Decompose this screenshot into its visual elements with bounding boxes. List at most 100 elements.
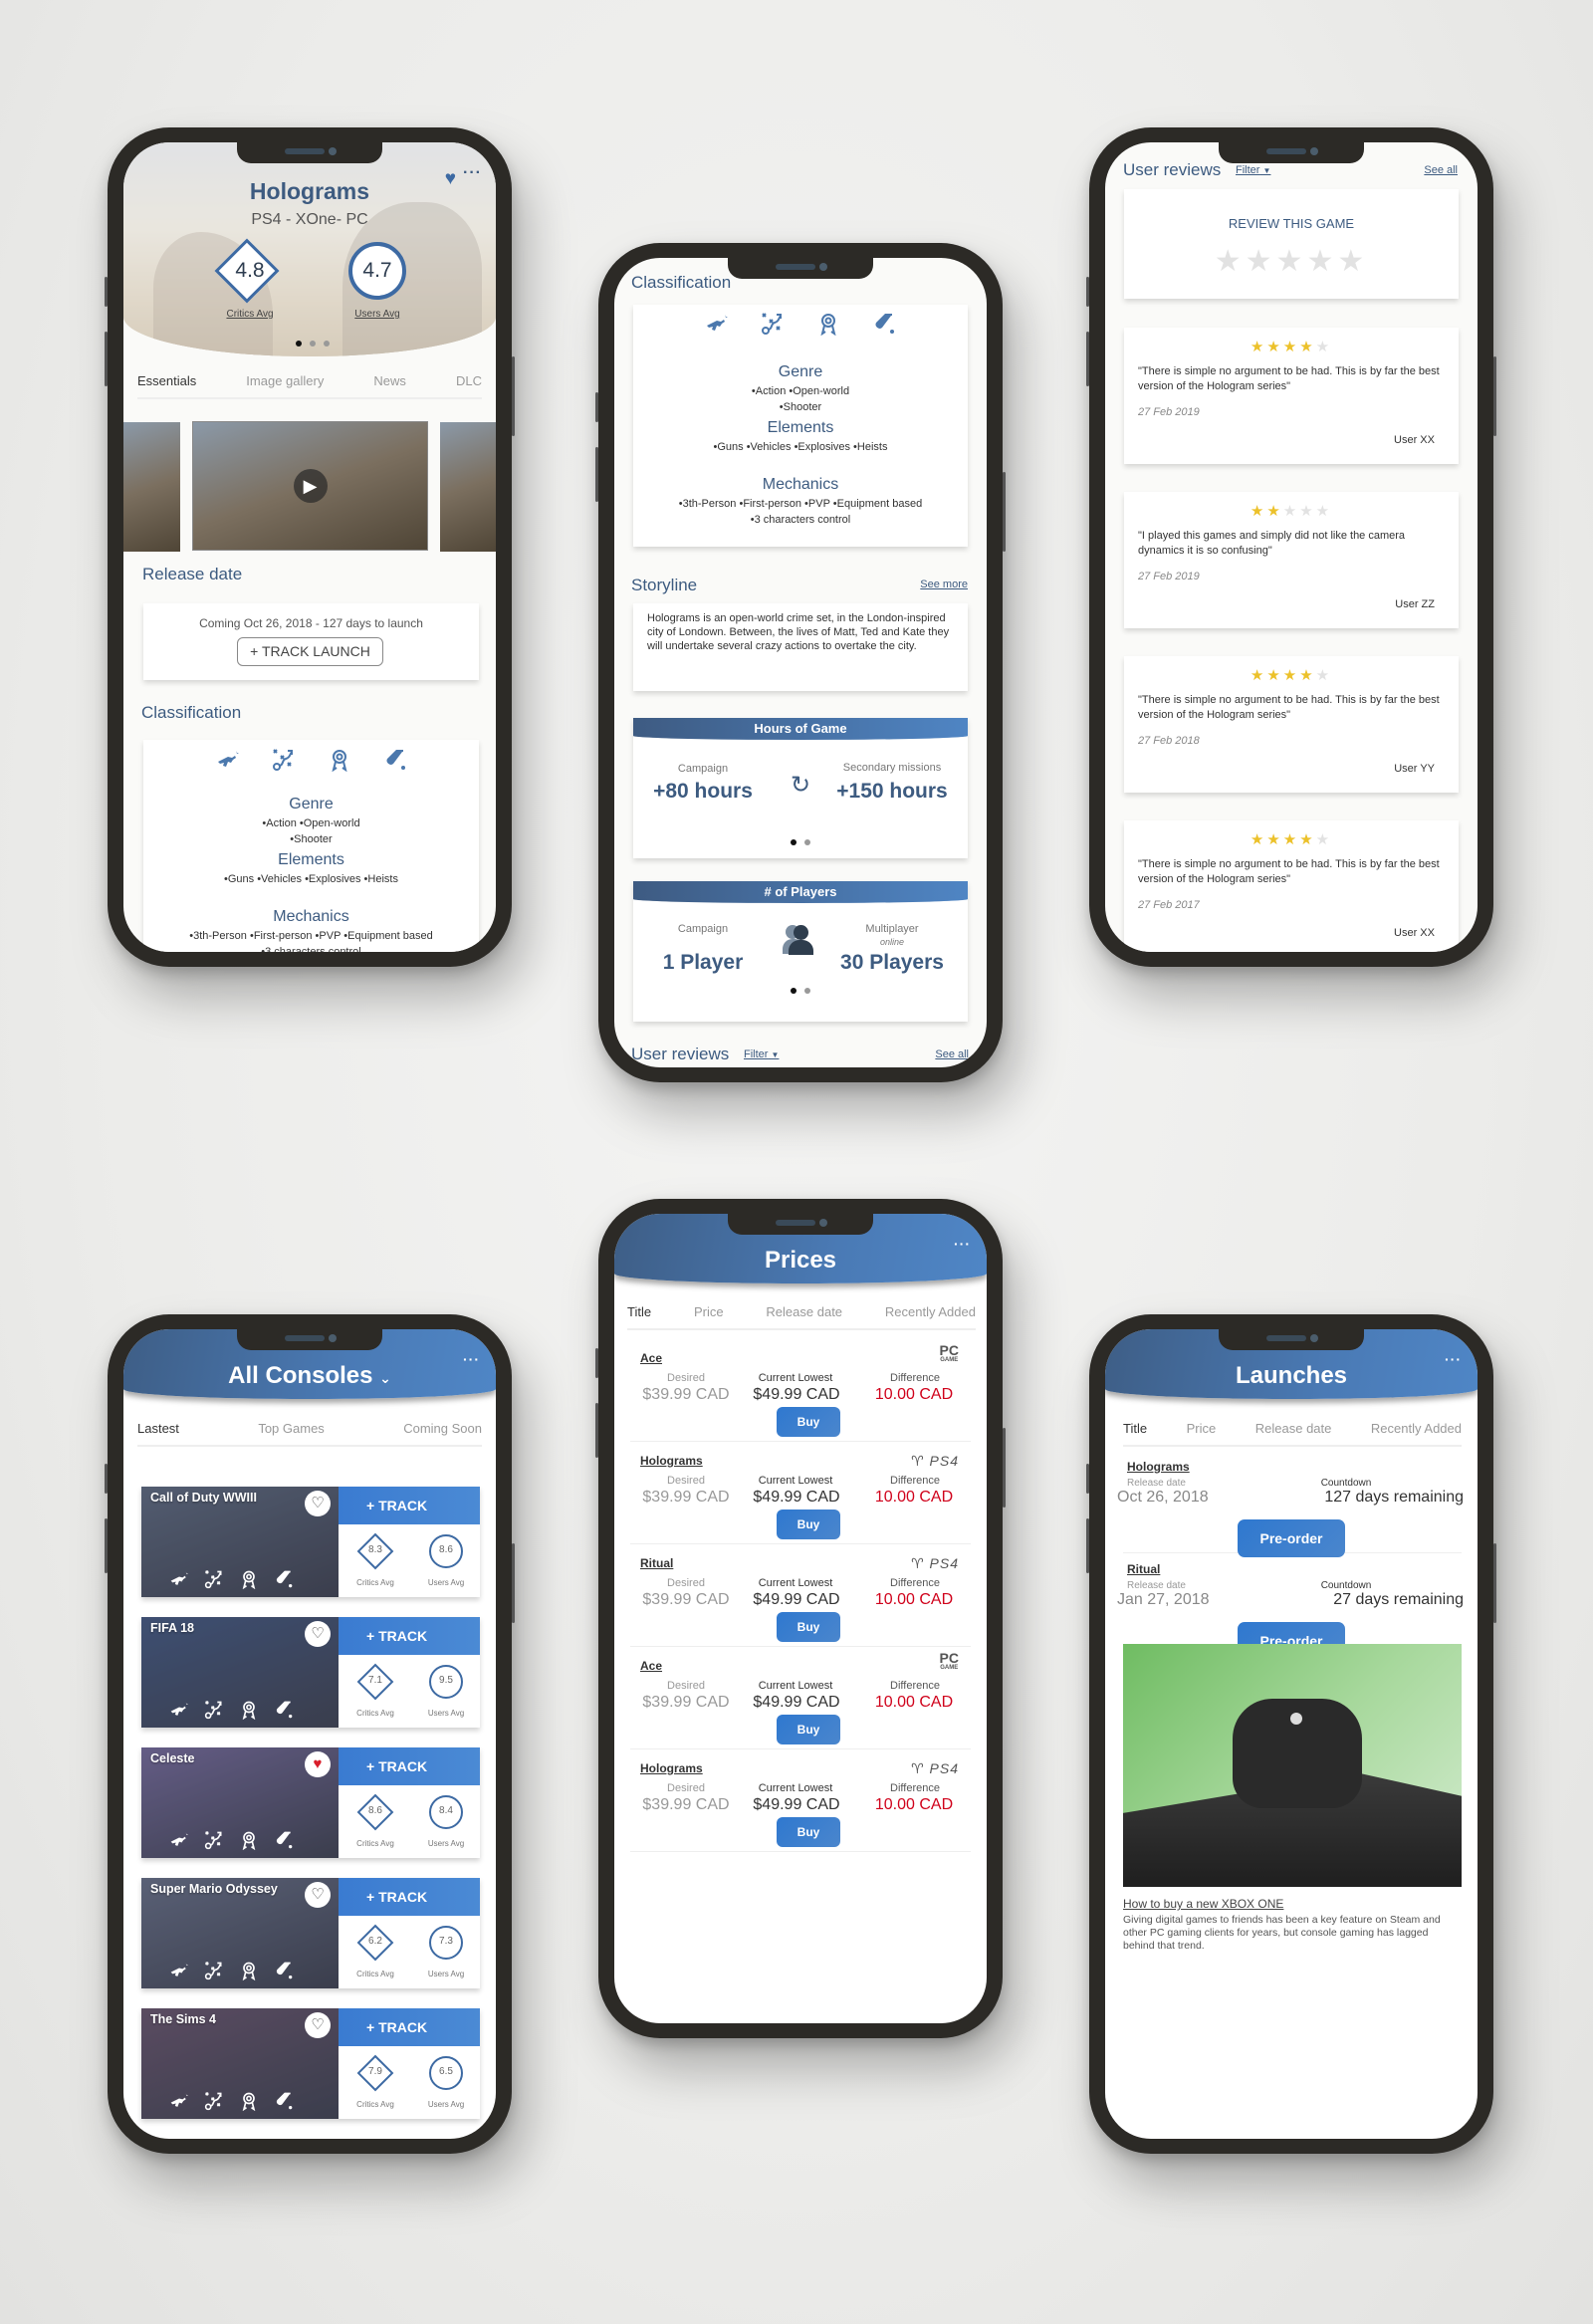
tab-essentials[interactable]: Essentials xyxy=(137,373,196,397)
item-title-link[interactable]: Ritual xyxy=(640,1556,673,1570)
more-icon[interactable]: ··· xyxy=(463,1351,480,1367)
game-card[interactable]: FIFA 18 ♡ + TRACK 7.1 9.5 Critics Avg Users Av… xyxy=(141,1617,480,1728)
item-title-link[interactable]: Ace xyxy=(640,1659,662,1673)
game-cover-image[interactable]: FIFA 18 ♡ xyxy=(141,1617,339,1728)
carousel-dot[interactable] xyxy=(791,988,796,994)
tab-title[interactable]: Title xyxy=(627,1304,651,1328)
gun-icon xyxy=(216,748,240,772)
carousel-dot[interactable] xyxy=(324,341,330,347)
buy-button[interactable]: Buy xyxy=(777,1612,840,1642)
game-card[interactable]: Call of Duty WWIII ♡ + TRACK 8.3 8.6 Critics … xyxy=(141,1487,480,1597)
buy-button[interactable]: Buy xyxy=(777,1510,840,1539)
track-launch-button[interactable]: + TRACK LAUNCH xyxy=(237,637,383,666)
news-image[interactable] xyxy=(1123,1644,1462,1887)
tab-price[interactable]: Price xyxy=(1187,1421,1217,1445)
more-icon[interactable]: ··· xyxy=(954,1236,971,1252)
game-card[interactable]: Super Mario Odyssey ♡ + TRACK 6.2 7.3 Critics… xyxy=(141,1878,480,1988)
heart-icon[interactable]: ♡ xyxy=(305,1621,331,1647)
news-title-link[interactable]: How to buy a new XBOX ONE xyxy=(1123,1897,1283,1911)
gallery-thumbnail[interactable] xyxy=(440,422,496,552)
notch xyxy=(1219,1329,1364,1350)
storyline-card: Holograms is an open-world crime set, in… xyxy=(633,603,968,691)
carousel-dot[interactable] xyxy=(791,839,796,845)
heart-icon[interactable]: ♡ xyxy=(305,1882,331,1908)
tab-release-date[interactable]: Release date xyxy=(766,1304,842,1328)
see-all-link[interactable]: See all xyxy=(935,1048,969,1060)
item-title-link[interactable]: Ace xyxy=(640,1351,662,1365)
users-avg-link[interactable]: Users Avg xyxy=(344,309,410,320)
review-text: "I played this games and simply did not … xyxy=(1138,530,1406,557)
storyline-text: Holograms is an open-world crime set, in… xyxy=(647,612,950,652)
review-rating: ★★★★★ xyxy=(1124,502,1459,520)
game-card[interactable]: Celeste ♥ + TRACK 8.6 8.4 Critics Avg Users Av… xyxy=(141,1747,480,1858)
item-title-link[interactable]: Holograms xyxy=(640,1761,703,1775)
star-icon[interactable]: ★ xyxy=(1215,245,1246,278)
tab-release-date[interactable]: Release date xyxy=(1255,1421,1332,1445)
track-button[interactable]: + TRACK xyxy=(339,1747,480,1785)
rating-input[interactable]: ★★★★★ xyxy=(1124,244,1459,279)
tab-recently-added[interactable]: Recently Added xyxy=(885,1304,976,1328)
price-difference: 10.00 CAD xyxy=(874,1489,954,1506)
track-button[interactable]: + TRACK xyxy=(339,1878,480,1916)
item-title-link[interactable]: Ritual xyxy=(1127,1562,1160,1576)
critics-avg-label: Critics Avg xyxy=(356,1709,394,1718)
carousel-dots[interactable] xyxy=(791,988,810,994)
game-cover-image[interactable]: Celeste ♥ xyxy=(141,1747,339,1858)
heart-icon[interactable]: ♥ xyxy=(445,168,456,190)
buy-button[interactable]: Buy xyxy=(777,1715,840,1744)
item-title-link[interactable]: Holograms xyxy=(1127,1460,1190,1474)
tab-top-games[interactable]: Top Games xyxy=(258,1421,324,1445)
filter-label: Filter xyxy=(744,1048,769,1060)
tab-dlc[interactable]: DLC xyxy=(456,373,482,397)
carousel-dots[interactable] xyxy=(296,341,330,347)
filter-dropdown[interactable]: Filter ▼ xyxy=(744,1048,779,1060)
filter-dropdown[interactable]: Filter ▼ xyxy=(1236,164,1270,176)
game-cover-image[interactable]: Call of Duty WWIII ♡ xyxy=(141,1487,339,1597)
hours-of-game-card: Hours of Game Campaign +80 hours ↻ Secon… xyxy=(633,718,968,858)
user-reviews-heading: User reviews xyxy=(1123,160,1222,179)
detail-tabs: Essentials Image gallery News DLC xyxy=(137,373,482,399)
track-button[interactable]: + TRACK xyxy=(339,1487,480,1524)
game-card[interactable]: The Sims 4 ♡ + TRACK 7.9 6.5 Critics Avg Users… xyxy=(141,2008,480,2119)
console-selector[interactable]: All Consoles ⌄ xyxy=(123,1362,496,1390)
game-cover-image[interactable]: Super Mario Odyssey ♡ xyxy=(141,1878,339,1988)
tab-price[interactable]: Price xyxy=(694,1304,724,1328)
star-icon[interactable]: ★ xyxy=(1306,245,1337,278)
gun-icon xyxy=(705,312,729,336)
badge-icon xyxy=(239,1700,259,1720)
carousel-dots[interactable] xyxy=(791,839,810,845)
tab-image-gallery[interactable]: Image gallery xyxy=(246,373,324,397)
star-icon[interactable]: ★ xyxy=(1337,245,1368,278)
track-button[interactable]: + TRACK xyxy=(339,1617,480,1655)
play-icon[interactable]: ▶ xyxy=(293,469,328,503)
buy-button[interactable]: Buy xyxy=(777,1817,840,1847)
launch-list-item: Holograms Release date Oct 26, 2018 Countdo… xyxy=(1117,1456,1464,1557)
heart-icon[interactable]: ♥ xyxy=(305,1751,331,1777)
see-all-link[interactable]: See all xyxy=(1424,164,1458,176)
track-button[interactable]: + TRACK xyxy=(339,2008,480,2046)
carousel-dot[interactable] xyxy=(804,839,810,845)
heart-icon[interactable]: ♡ xyxy=(305,2012,331,2038)
buy-button[interactable]: Buy xyxy=(777,1407,840,1437)
carousel-dot[interactable] xyxy=(804,988,810,994)
carousel-dot[interactable] xyxy=(310,341,316,347)
preorder-button[interactable]: Pre-order xyxy=(1238,1519,1345,1557)
item-title-link[interactable]: Holograms xyxy=(640,1454,703,1468)
carousel-dot[interactable] xyxy=(296,341,302,347)
star-icon[interactable]: ★ xyxy=(1246,245,1276,278)
tab-latest[interactable]: Lastest xyxy=(137,1421,179,1445)
tab-coming-soon[interactable]: Coming Soon xyxy=(403,1421,482,1445)
tab-news[interactable]: News xyxy=(373,373,406,397)
see-more-link[interactable]: See more xyxy=(920,579,968,590)
tab-title[interactable]: Title xyxy=(1123,1421,1147,1445)
more-icon[interactable]: ··· xyxy=(463,164,482,182)
star-icon[interactable]: ★ xyxy=(1276,245,1307,278)
gallery-thumbnail[interactable] xyxy=(123,422,180,552)
more-icon[interactable]: ··· xyxy=(1445,1351,1462,1367)
game-cover-image[interactable]: The Sims 4 ♡ xyxy=(141,2008,339,2119)
heart-icon[interactable]: ♡ xyxy=(305,1491,331,1516)
gallery-video[interactable]: ▶ xyxy=(192,421,428,551)
critics-avg-link[interactable]: Critics Avg xyxy=(217,309,283,320)
hero-banner: Holograms PS4 - XOne- PC 4.8 4.7 Critics… xyxy=(123,142,496,356)
tab-recently-added[interactable]: Recently Added xyxy=(1371,1421,1462,1445)
